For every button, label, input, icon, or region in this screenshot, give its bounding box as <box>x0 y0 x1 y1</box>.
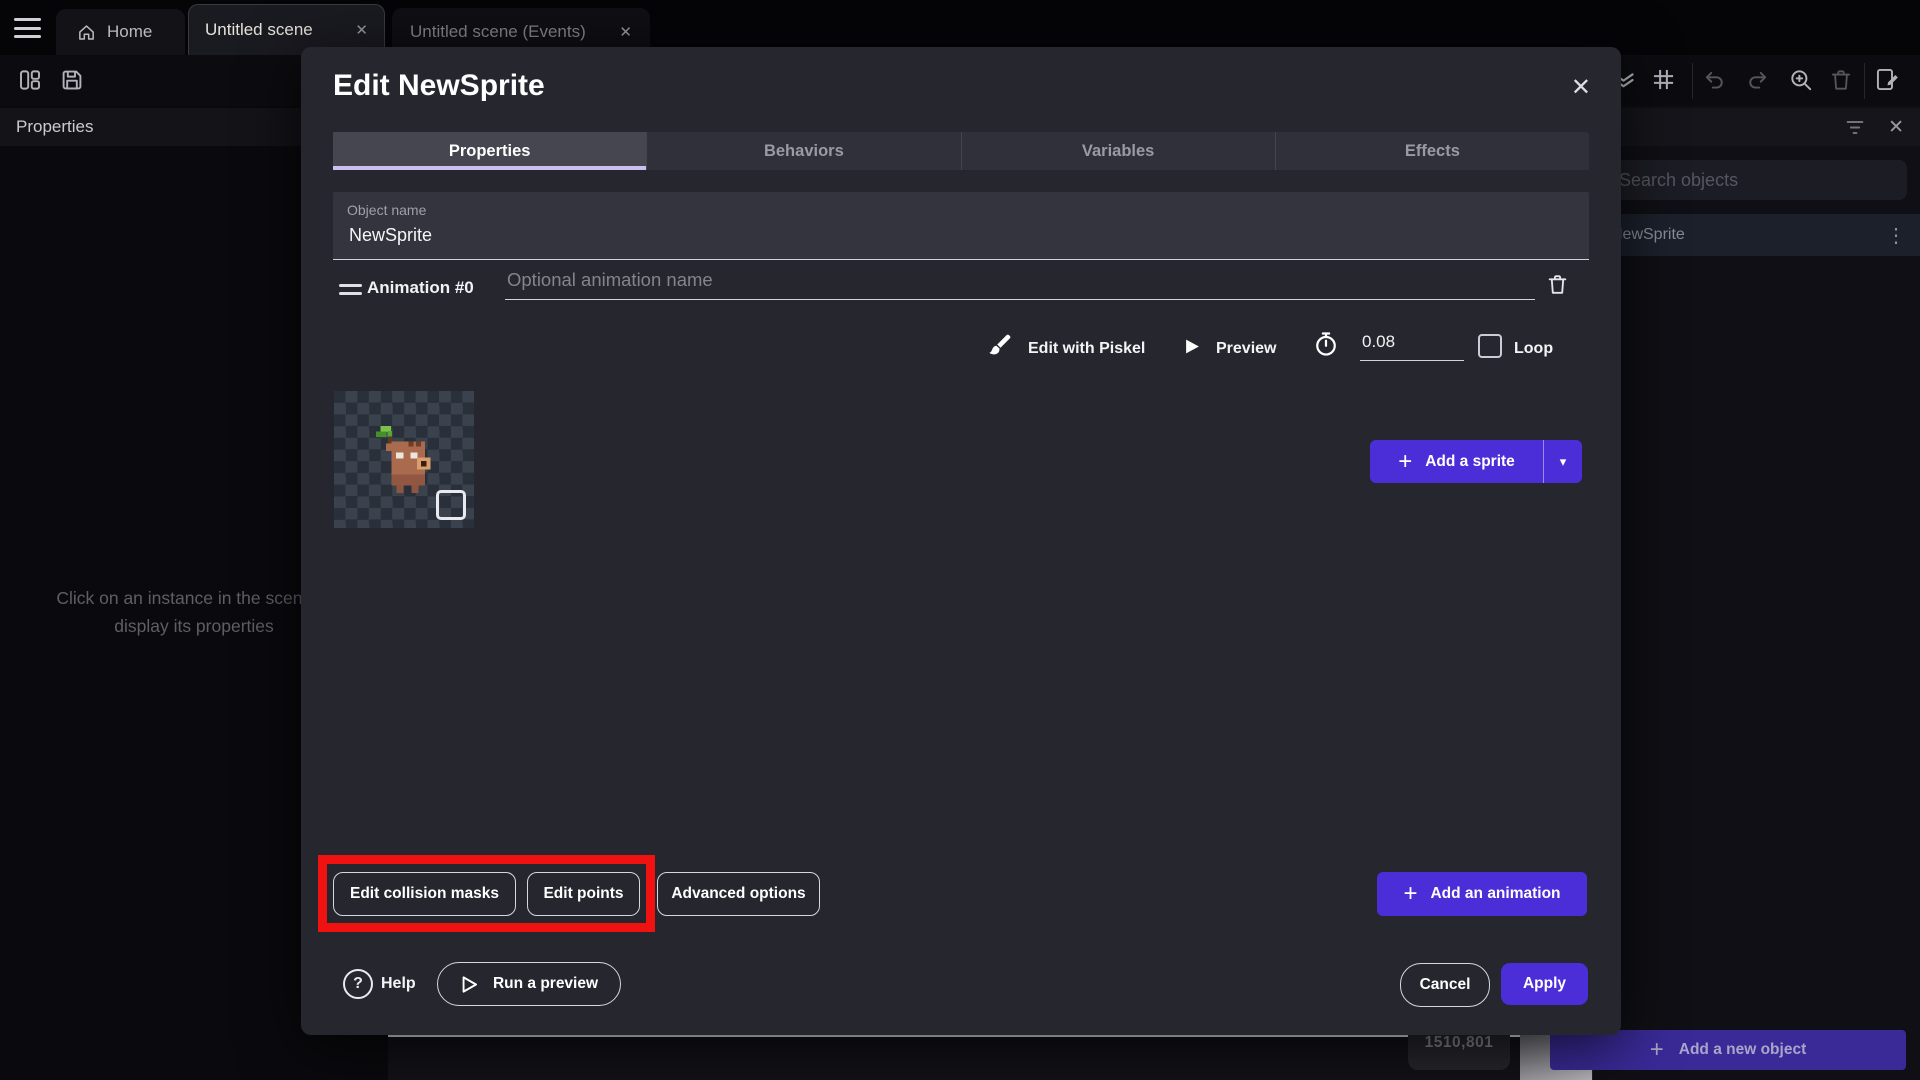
play-icon[interactable] <box>1184 338 1201 355</box>
run-preview-button[interactable]: Run a preview <box>437 962 621 1006</box>
loop-checkbox[interactable] <box>1478 334 1502 358</box>
zoom-in-icon[interactable] <box>1788 67 1814 93</box>
tab-variables[interactable]: Variables <box>962 132 1276 170</box>
app-screen: Home Untitled scene ✕ Untitled scene (Ev… <box>0 0 1920 1080</box>
kebab-menu-icon[interactable]: ⋮ <box>1886 223 1906 248</box>
drag-handle-icon[interactable] <box>339 284 362 300</box>
tab-properties[interactable]: Properties <box>333 132 648 170</box>
edit-collision-masks-button[interactable]: Edit collision masks <box>333 872 516 916</box>
home-icon <box>77 23 96 42</box>
edit-scene-properties-icon[interactable] <box>1874 66 1901 93</box>
help-icon[interactable]: ? <box>343 969 373 999</box>
filter-icon[interactable] <box>1844 118 1866 137</box>
tab-underline <box>333 166 647 170</box>
object-name-label: Object name <box>347 202 427 218</box>
help-button[interactable]: Help <box>381 975 416 993</box>
object-name-input[interactable] <box>347 224 1551 247</box>
advanced-options-button[interactable]: Advanced options <box>657 872 820 916</box>
objects-panel-header: ✕ <box>1593 108 1920 146</box>
animation-label: Animation #0 <box>367 278 474 297</box>
grid-icon[interactable] <box>1650 66 1677 93</box>
plus-icon: + <box>1403 880 1418 907</box>
brush-icon[interactable] <box>986 332 1013 359</box>
frame-select-checkbox[interactable] <box>436 490 466 520</box>
tab-events-label: Untitled scene (Events) <box>410 21 586 41</box>
frame-duration-input[interactable] <box>1360 332 1464 361</box>
objects-panel: ✕ NewSprite ⋮ <box>1592 106 1920 1080</box>
object-list-item[interactable]: NewSprite ⋮ <box>1593 214 1920 256</box>
search-objects-input[interactable] <box>1605 160 1907 200</box>
stopwatch-icon <box>1312 330 1340 358</box>
scene-canvas-edge <box>388 1035 1540 1080</box>
play-outline-icon <box>462 975 477 993</box>
loop-label: Loop <box>1514 340 1554 357</box>
undo-icon[interactable] <box>1702 67 1728 93</box>
open-projects-icon[interactable] <box>18 68 42 92</box>
close-icon[interactable]: ✕ <box>619 23 632 41</box>
close-icon[interactable]: ✕ <box>355 21 368 39</box>
properties-panel-title: Properties <box>16 117 94 136</box>
redo-icon[interactable] <box>1744 67 1770 93</box>
edit-sprite-dialog: Edit NewSprite ✕ Properties Behaviors Va… <box>301 47 1621 1035</box>
object-item-label: NewSprite <box>1611 226 1685 243</box>
tab-scene-label: Untitled scene <box>205 20 313 39</box>
add-new-object-button[interactable]: + Add a new object <box>1550 1030 1906 1070</box>
main-menu-icon[interactable] <box>14 18 41 38</box>
cancel-button[interactable]: Cancel <box>1400 963 1490 1007</box>
tab-home-label: Home <box>107 22 153 41</box>
dialog-title: Edit NewSprite <box>333 69 545 102</box>
dialog-tab-bar: Properties Behaviors Variables Effects <box>333 132 1589 170</box>
trash-icon[interactable] <box>1545 272 1570 297</box>
edit-points-button[interactable]: Edit points <box>527 872 640 916</box>
tab-behaviors[interactable]: Behaviors <box>647 132 962 170</box>
tab-home[interactable]: Home <box>56 9 185 55</box>
plus-icon: + <box>1649 1036 1664 1063</box>
preview-button[interactable]: Preview <box>1216 340 1276 358</box>
object-name-field: Object name <box>333 192 1589 260</box>
toolbar-divider <box>1864 63 1865 99</box>
apply-button[interactable]: Apply <box>1501 963 1588 1005</box>
edit-with-piskel-button[interactable]: Edit with Piskel <box>1028 340 1145 358</box>
toolbar-divider <box>1692 63 1693 99</box>
close-icon[interactable]: ✕ <box>1888 116 1904 139</box>
close-icon[interactable]: ✕ <box>1571 73 1591 102</box>
animation-name-input[interactable] <box>505 269 1535 300</box>
add-animation-button[interactable]: + Add an animation <box>1377 872 1587 916</box>
tab-effects[interactable]: Effects <box>1276 132 1589 170</box>
save-icon[interactable] <box>60 68 84 92</box>
plus-icon: + <box>1398 447 1413 475</box>
add-sprite-button[interactable]: + Add a sprite ▾ <box>1370 440 1582 483</box>
delete-icon[interactable] <box>1828 67 1854 93</box>
chevron-down-icon[interactable]: ▾ <box>1544 454 1582 470</box>
sprite-frame-thumbnail[interactable] <box>334 391 474 528</box>
pig-sprite-image <box>376 425 431 493</box>
